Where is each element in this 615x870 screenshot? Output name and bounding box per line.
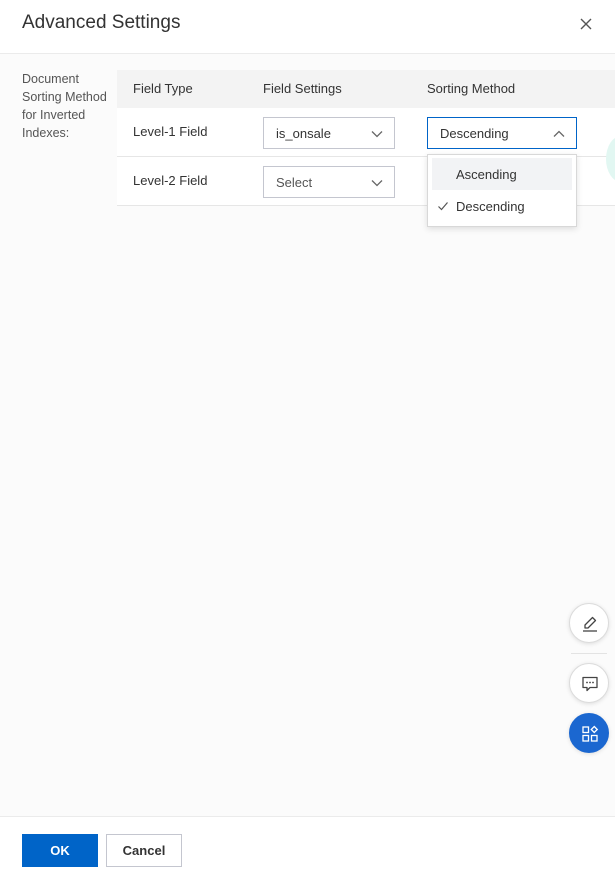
close-icon — [580, 18, 592, 30]
chevron-down-icon — [371, 131, 383, 138]
level2-field-select[interactable]: Select — [263, 166, 395, 198]
dialog-footer: OK Cancel — [0, 816, 615, 870]
header-sorting-method: Sorting Method — [427, 81, 516, 96]
apps-float-button[interactable] — [569, 713, 609, 753]
check-icon — [438, 202, 448, 211]
chevron-down-icon — [371, 180, 383, 187]
chat-icon — [582, 676, 598, 692]
option-label: Ascending — [456, 167, 517, 182]
field-type-label: Level-2 Field — [133, 173, 208, 188]
table-row: Level-1 Field is_onsale Descending — [117, 108, 615, 157]
header-field-settings: Field Settings — [263, 81, 342, 96]
chevron-up-icon — [553, 130, 565, 137]
option-ascending[interactable]: Ascending — [432, 158, 572, 190]
field-type-label: Level-1 Field — [133, 124, 208, 139]
ok-button[interactable]: OK — [22, 834, 98, 867]
option-descending[interactable]: Descending — [432, 190, 572, 222]
dialog-header: Advanced Settings — [0, 0, 615, 54]
level1-sorting-select[interactable]: Descending — [427, 117, 577, 149]
feedback-float-button[interactable] — [569, 663, 609, 703]
edit-icon — [583, 616, 597, 632]
advanced-settings-dialog: Advanced Settings Document Sorting Metho… — [0, 0, 615, 870]
header-field-type: Field Type — [133, 81, 193, 96]
cancel-button[interactable]: Cancel — [106, 834, 182, 867]
apps-icon — [582, 725, 599, 742]
select-placeholder: Select — [276, 175, 313, 190]
section-label: Document Sorting Method for Inverted Ind… — [22, 72, 107, 140]
close-button[interactable] — [576, 14, 596, 34]
option-label: Descending — [456, 199, 525, 214]
select-value: Descending — [440, 126, 509, 141]
float-divider — [571, 653, 607, 654]
select-value: is_onsale — [276, 126, 331, 141]
table-header: Field Type Field Settings Sorting Method — [117, 70, 615, 108]
sorting-dropdown-menu: Ascending Descending — [427, 154, 577, 227]
dialog-title: Advanced Settings — [22, 12, 181, 33]
level1-field-select[interactable]: is_onsale — [263, 117, 395, 149]
edit-float-button[interactable] — [569, 603, 609, 643]
